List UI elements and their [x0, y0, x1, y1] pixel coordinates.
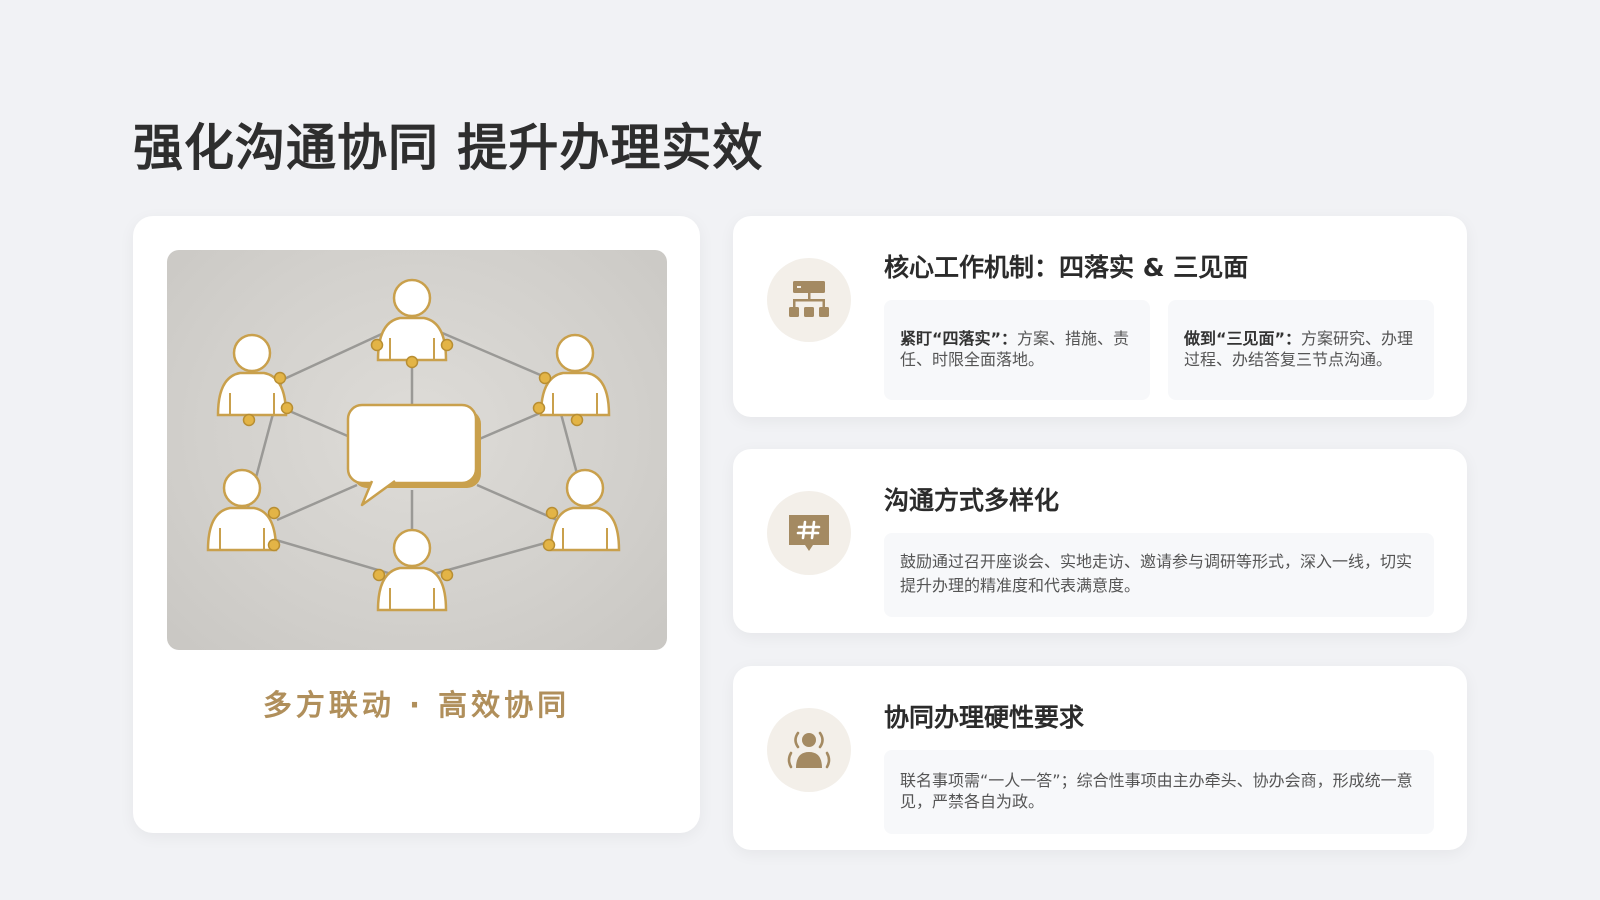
- tagline: 多方联动 · 高效协同: [262, 688, 571, 722]
- people-network-icon: [206, 278, 621, 612]
- slide: 强化沟通协同 提升办理实效 多方联动 · 高效协同 核心工作机制：四落实 & 三…: [0, 0, 1600, 900]
- item-label: 紧盯“四落实”：: [900, 329, 1018, 348]
- page-title: 强化沟通协同 提升办理实效: [133, 119, 764, 177]
- card-text-box: 鼓励通过召开座谈会、实地走访、邀请参与调研等形式，深入一线，切实提升办理的精准度…: [884, 533, 1434, 617]
- card-title: 协同办理硬性要求: [884, 703, 1085, 732]
- hierarchy-icon: [767, 258, 851, 342]
- four-implementations-box: 紧盯“四落实”：方案、措施、责任、时限全面落地。: [884, 300, 1150, 400]
- item-label: 做到“三见面”：: [1184, 329, 1302, 348]
- chat-hash-icon: [767, 491, 851, 575]
- illustration-card: 多方联动 · 高效协同: [133, 216, 700, 833]
- card-communication-methods: 沟通方式多样化 鼓励通过召开座谈会、实地走访、邀请参与调研等形式，深入一线，切实…: [733, 449, 1467, 633]
- card-core-mechanism: 核心工作机制：四落实 & 三见面 紧盯“四落实”：方案、措施、责任、时限全面落地…: [733, 216, 1467, 417]
- card-title: 沟通方式多样化: [884, 486, 1060, 515]
- three-meetings-box: 做到“三见面”：方案研究、办理过程、办结答复三节点沟通。: [1168, 300, 1434, 400]
- speech-bubble-icon: [346, 403, 481, 507]
- network-illustration: [167, 250, 667, 650]
- user-signal-icon: [767, 708, 851, 792]
- card-text-box: 联名事项需“一人一答”；综合性事项由主办牵头、协办会商，形成统一意见，严禁各自为…: [884, 750, 1434, 834]
- card-collaboration-requirements: 协同办理硬性要求 联名事项需“一人一答”；综合性事项由主办牵头、协办会商，形成统…: [733, 666, 1467, 850]
- card-title: 核心工作机制：四落实 & 三见面: [884, 253, 1249, 282]
